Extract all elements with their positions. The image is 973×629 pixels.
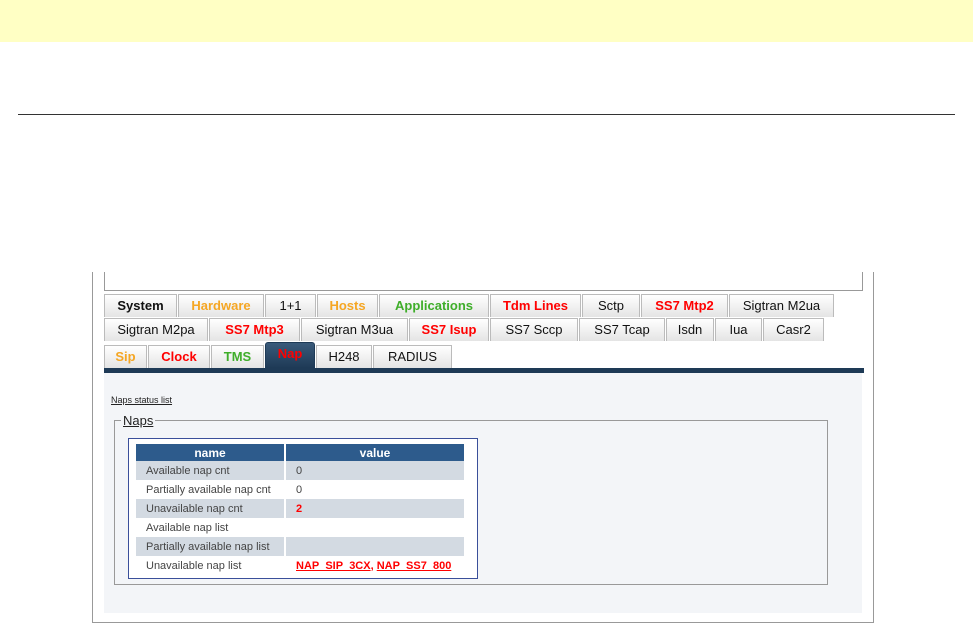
table-row: Unavailable nap list NAP_SIP_3CX, NAP_SS7… [136, 556, 464, 575]
tab-1plus1[interactable]: 1+1 [265, 294, 316, 317]
divider [18, 114, 955, 115]
tab-tdm-lines[interactable]: Tdm Lines [490, 294, 581, 317]
tab-sigtran-m2ua[interactable]: Sigtran M2ua [729, 294, 834, 317]
row-name: Available nap list [146, 521, 229, 534]
tab-content: Naps status list Naps name value Availab… [104, 373, 862, 613]
top-banner [0, 0, 973, 42]
row-name: Unavailable nap list [146, 559, 242, 572]
tab-ss7-isup[interactable]: SS7 Isup [409, 318, 489, 341]
row-value: NAP_SIP_3CX, NAP_SS7_800 [286, 556, 464, 575]
config-panel: System Hardware 1+1 Hosts Applications T… [92, 272, 874, 623]
tab-ss7-mtp3[interactable]: SS7 Mtp3 [209, 318, 300, 341]
tab-nap[interactable]: Nap [265, 342, 315, 368]
table-row: Partially available nap cnt 0 [136, 480, 464, 499]
upper-frame [104, 272, 863, 291]
nap-link-ss7-800[interactable]: NAP_SS7_800 [377, 560, 452, 572]
tab-hardware[interactable]: Hardware [178, 294, 264, 317]
tab-applications[interactable]: Applications [379, 294, 489, 317]
tab-sip[interactable]: Sip [104, 345, 147, 368]
row-value [286, 518, 464, 537]
table-row: Partially available nap list [136, 537, 464, 556]
tab-clock[interactable]: Clock [148, 345, 210, 368]
tab-casr2[interactable]: Casr2 [763, 318, 824, 341]
tab-ss7-sccp[interactable]: SS7 Sccp [490, 318, 578, 341]
tab-sigtran-m2pa[interactable]: Sigtran M2pa [104, 318, 208, 341]
tab-hosts[interactable]: Hosts [317, 294, 378, 317]
row-name: Unavailable nap cnt [136, 499, 284, 518]
table-row: Unavailable nap cnt 2 [136, 499, 464, 518]
naps-group-title: Naps [123, 413, 154, 428]
tab-ss7-mtp2[interactable]: SS7 Mtp2 [641, 294, 728, 317]
tab-isdn[interactable]: Isdn [666, 318, 714, 341]
row-name: Available nap cnt [136, 461, 284, 480]
table-row: Available nap list [136, 518, 464, 537]
column-header-value: value [286, 444, 464, 461]
row-name: Partially available nap cnt [146, 483, 271, 496]
row-name: Partially available nap list [136, 537, 284, 556]
row-value: 0 [286, 461, 464, 480]
column-header-name: name [136, 444, 284, 461]
row-value: 2 [286, 499, 464, 518]
tab-tms[interactable]: TMS [211, 345, 264, 368]
row-value [286, 537, 464, 556]
naps-group: Naps name value Available nap cnt 0 Parti… [114, 413, 828, 585]
naps-table: name value Available nap cnt 0 Partially … [134, 444, 466, 575]
tab-h248[interactable]: H248 [316, 345, 372, 368]
tab-radius[interactable]: RADIUS [373, 345, 452, 368]
naps-status-list-link[interactable]: Naps status list [111, 395, 172, 405]
naps-table-frame: name value Available nap cnt 0 Partially … [128, 438, 478, 579]
row-value: 0 [296, 483, 303, 496]
tab-system[interactable]: System [104, 294, 177, 317]
tab-sctp[interactable]: Sctp [582, 294, 640, 317]
tab-iua[interactable]: Iua [715, 318, 762, 341]
tab-ss7-tcap[interactable]: SS7 Tcap [579, 318, 665, 341]
tab-sigtran-m3ua[interactable]: Sigtran M3ua [301, 318, 408, 341]
table-row: Available nap cnt 0 [136, 461, 464, 480]
nap-link-sip-3cx[interactable]: NAP_SIP_3CX [296, 560, 371, 572]
